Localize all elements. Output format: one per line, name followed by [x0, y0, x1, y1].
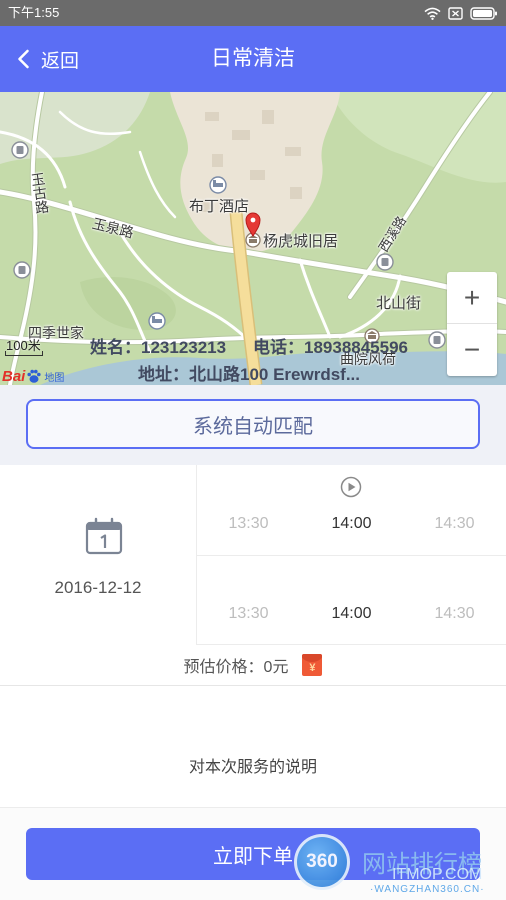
match-section: 系统自动匹配 [0, 385, 506, 465]
battery-icon [470, 6, 497, 20]
map-label-road: 北山街 [376, 295, 422, 312]
time-slot-row: 13:30 14:00 14:30 [197, 465, 506, 556]
bus-stop-icon [13, 261, 31, 279]
status-bar: 下午1:55 [0, 0, 506, 26]
estimated-price: 预估价格：0元 [183, 659, 289, 676]
app-header: 返回 日常清洁 [0, 26, 506, 92]
zoom-out-button[interactable]: − [447, 324, 497, 376]
map-scale-bar [5, 351, 43, 356]
map-label-poi: 杨虎城旧居 [263, 233, 339, 250]
submit-order-button[interactable]: 立即下单 [26, 828, 480, 880]
service-description-field[interactable]: 对本次服务的说明 [0, 686, 506, 808]
zoom-in-button[interactable]: + [447, 272, 497, 324]
sim-icon [448, 6, 463, 20]
status-icons [424, 0, 498, 26]
schedule-section: 2016-12-12 13:30 14:00 14:30 13:30 14:00… [0, 465, 506, 645]
hotel-icon [209, 176, 227, 194]
service-description-label: 对本次服务的说明 [188, 759, 317, 776]
customer-phone: 电话：18938845596 [253, 338, 409, 357]
status-time: 下午1:55 [8, 5, 60, 20]
customer-name: 姓名：123123213 [90, 338, 227, 357]
back-button[interactable]: 返回 [17, 26, 79, 92]
selected-date: 2016-12-12 [54, 578, 142, 597]
time-slot[interactable]: 14:00 [300, 513, 403, 535]
baidu-paw-icon [27, 369, 41, 383]
calendar-icon [85, 517, 123, 555]
map-logo: Bai 地图 [2, 367, 64, 385]
red-envelope-icon: ¥ [302, 654, 323, 676]
time-slot[interactable]: 14:30 [403, 603, 506, 625]
map-label-poi: 布丁酒店 [189, 198, 250, 215]
back-label: 返回 [41, 50, 80, 72]
time-slot[interactable]: 13:30 [197, 513, 300, 535]
time-slot[interactable]: 14:30 [403, 513, 506, 535]
map-view[interactable]: 玉古路 布丁酒店 杨虎城旧居 玉泉路 西溪路 北山街 四季世家 曲院风荷 100… [0, 92, 506, 385]
date-picker[interactable]: 2016-12-12 [0, 465, 197, 645]
price-row: 预估价格：0元 ¥ [0, 645, 506, 686]
map-zoom-control: + − [447, 272, 497, 376]
app-screen: 下午1:55 返回 日常清洁 玉古路 布丁酒店 杨虎城旧居 玉泉路 西溪路 北山… [0, 0, 506, 900]
time-slot[interactable]: 14:00 [300, 603, 403, 625]
time-slot-row: 13:30 14:00 14:30 [197, 556, 506, 645]
envelope-symbol: ¥ [309, 662, 316, 674]
wifi-icon [424, 7, 441, 20]
map-logo-subtext: 地图 [44, 372, 65, 384]
time-slot[interactable]: 13:30 [197, 603, 300, 625]
bottom-bar: 立即下单 [0, 808, 506, 900]
auto-match-button[interactable]: 系统自动匹配 [26, 399, 480, 449]
map-logo-text: Bai [2, 367, 26, 385]
hotel-icon [148, 312, 166, 330]
customer-address: 地址：北山路100 Erewrdsf... [138, 365, 361, 384]
play-circle-icon [340, 476, 362, 498]
bus-stop-icon [428, 331, 446, 349]
chevron-left-icon [18, 49, 29, 69]
bus-stop-icon [376, 253, 394, 271]
bus-stop-icon [11, 141, 29, 159]
page-title: 日常清洁 [211, 47, 295, 70]
